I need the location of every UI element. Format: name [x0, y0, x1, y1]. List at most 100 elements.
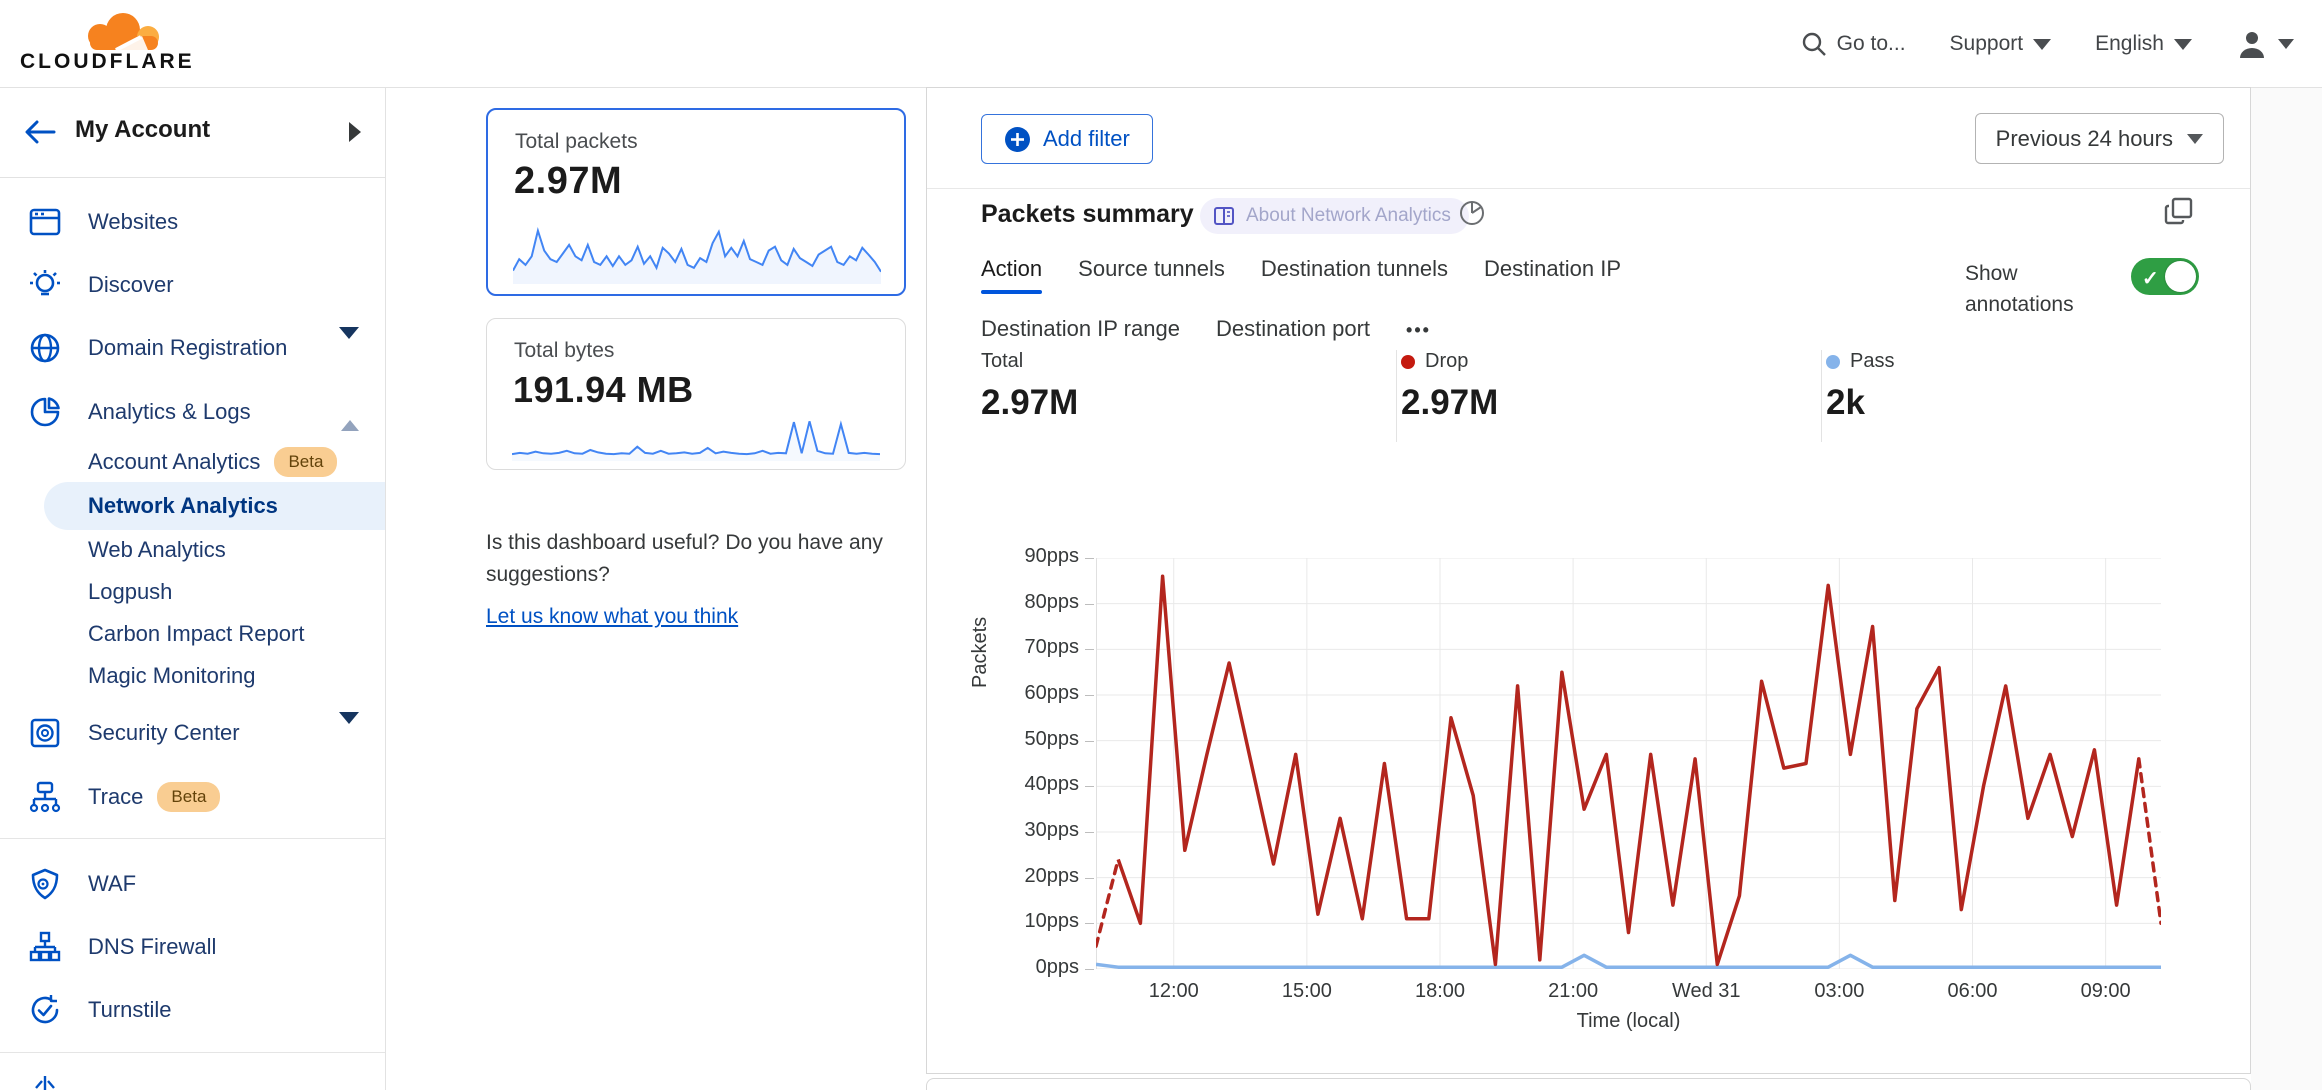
card-title: Total packets	[515, 130, 638, 154]
tab-source-tunnels[interactable]: Source tunnels	[1078, 256, 1225, 294]
stat-value: 2k	[1826, 383, 1894, 423]
y-tick-label: 70pps	[999, 636, 1079, 659]
sidebar-item-waf[interactable]: WAF	[0, 853, 385, 915]
chevron-down-icon	[2033, 39, 2051, 50]
next-panel-edge	[926, 1078, 2251, 1090]
y-tick-label: 80pps	[999, 591, 1079, 614]
divider	[0, 1052, 385, 1053]
add-filter-button[interactable]: Add filter	[981, 114, 1153, 164]
sidebar-item-domain-registration[interactable]: Domain Registration	[0, 317, 385, 379]
x-tick-label: Wed 31	[1651, 980, 1761, 1003]
chevron-down-icon	[2174, 39, 2192, 50]
language-menu[interactable]: English	[2095, 32, 2192, 56]
sidebar-item-label: Turnstile	[88, 997, 172, 1023]
x-tick-label: 09:00	[2051, 980, 2161, 1003]
sidebar-item-analytics-logs[interactable]: Analytics & Logs	[0, 381, 385, 443]
sidebar-item-label: WAF	[88, 871, 136, 897]
y-tick-label: 20pps	[999, 865, 1079, 888]
x-tick-label: 06:00	[1917, 980, 2027, 1003]
about-network-analytics-badge[interactable]: About Network Analytics	[1200, 198, 1469, 234]
stat-label: Pass	[1850, 350, 1894, 373]
tab-destination-ip-range[interactable]: Destination IP range	[981, 316, 1180, 354]
sidebar: My Account Websites Di	[0, 88, 386, 1090]
account-header: My Account	[0, 88, 385, 178]
time-range-value: Previous 24 hours	[1996, 126, 2173, 152]
x-tick-label: 21:00	[1518, 980, 1628, 1003]
total-packets-card[interactable]: Total packets 2.97M	[486, 108, 906, 296]
hierarchy-icon	[28, 930, 62, 964]
sidebar-item-dns-firewall[interactable]: DNS Firewall	[0, 916, 385, 978]
divider	[0, 838, 385, 839]
user-icon	[2236, 28, 2268, 60]
packets-time-series-chart[interactable]	[1096, 558, 2161, 969]
pass-legend-dot	[1826, 355, 1840, 369]
tab-destination-tunnels[interactable]: Destination tunnels	[1261, 256, 1448, 294]
pie-chart-icon	[28, 395, 62, 429]
show-annotations-toggle[interactable]: ✓	[2131, 258, 2199, 295]
support-menu[interactable]: Support	[1950, 32, 2052, 56]
check-icon: ✓	[2142, 266, 2159, 291]
toggle-knob	[2165, 261, 2196, 292]
tab-destination-port[interactable]: Destination port	[1216, 316, 1370, 354]
feedback-link[interactable]: Let us know what you think	[486, 601, 738, 633]
stats-row: Total 2.97M Drop 2.97M Pass 2k	[981, 350, 2201, 442]
sidebar-item-label: Web Analytics	[88, 537, 226, 563]
back-arrow-icon[interactable]	[22, 118, 58, 146]
y-tick-label: 10pps	[999, 910, 1079, 933]
card-title: Total bytes	[514, 339, 614, 363]
packets-sparkline	[513, 222, 881, 284]
x-tick-label: 12:00	[1119, 980, 1229, 1003]
y-tick-label: 90pps	[999, 545, 1079, 568]
stat-drop: Drop 2.97M	[1401, 350, 1498, 423]
chevron-down-icon	[339, 327, 359, 356]
goto-label: Go to...	[1837, 32, 1906, 56]
stat-value: 2.97M	[1401, 383, 1498, 423]
sidebar-item-security-center[interactable]: Security Center	[0, 702, 385, 764]
globe-icon	[28, 331, 62, 365]
chevron-down-icon	[2187, 134, 2203, 144]
top-bar: CLOUDFLARE Go to... Support English	[0, 0, 2322, 88]
goto-search[interactable]: Go to...	[1801, 31, 1906, 57]
tab-destination-ip[interactable]: Destination IP	[1484, 256, 1621, 294]
tab-action[interactable]: Action	[981, 256, 1042, 294]
sidebar-item-turnstile[interactable]: Turnstile	[0, 979, 385, 1041]
stat-pass: Pass 2k	[1826, 350, 1894, 423]
show-annotations-label: Show annotations	[1965, 258, 2095, 320]
stat-value: 2.97M	[981, 383, 1078, 423]
total-bytes-card[interactable]: Total bytes 191.94 MB	[486, 318, 906, 470]
safe-icon	[28, 716, 62, 750]
sidebar-item-label: Domain Registration	[88, 335, 287, 361]
sidebar-item-trace[interactable]: Trace Beta	[0, 766, 385, 828]
book-icon	[1212, 204, 1236, 228]
sidebar-item-label: Logpush	[88, 579, 172, 605]
cloudflare-cloud-icon	[20, 6, 195, 56]
sidebar-item-label: Security Center	[88, 720, 240, 746]
y-tick-label: 60pps	[999, 682, 1079, 705]
x-tick-label: 15:00	[1252, 980, 1362, 1003]
total-bytes-value: 191.94 MB	[513, 369, 694, 411]
account-name[interactable]: My Account	[75, 116, 210, 144]
more-tabs-button[interactable]: •••	[1406, 316, 1431, 354]
analytics-panel: Add filter Previous 24 hours Packets sum…	[926, 87, 2251, 1074]
search-icon	[1801, 31, 1827, 57]
shield-gear-icon	[28, 867, 62, 901]
sidebar-item-magic-monitoring[interactable]: Magic Monitoring	[0, 649, 385, 703]
chart-type-icon[interactable]	[1457, 198, 1487, 228]
sidebar-item-label: Trace Beta	[88, 782, 220, 812]
duplicate-expand-icon[interactable]	[2163, 196, 2195, 228]
account-menu[interactable]	[2236, 28, 2294, 60]
time-range-select[interactable]: Previous 24 hours	[1975, 113, 2224, 164]
sidebar-item-label: DNS Firewall	[88, 934, 216, 960]
sidebar-item-discover[interactable]: Discover	[0, 254, 385, 316]
sparkle-icon	[28, 1072, 62, 1090]
sidebar-item-websites[interactable]: Websites	[0, 191, 385, 253]
panel-title: Packets summary	[981, 200, 1194, 229]
x-tick-label: 18:00	[1385, 980, 1495, 1003]
sidebar-item-label: Websites	[88, 209, 178, 235]
cloudflare-logo[interactable]: CLOUDFLARE	[20, 6, 195, 82]
sidebar-item-label: Discover	[88, 272, 174, 298]
chevron-right-icon[interactable]	[349, 122, 361, 142]
lightbulb-icon	[28, 268, 62, 302]
trace-icon	[28, 780, 62, 814]
add-filter-label: Add filter	[1043, 126, 1130, 152]
